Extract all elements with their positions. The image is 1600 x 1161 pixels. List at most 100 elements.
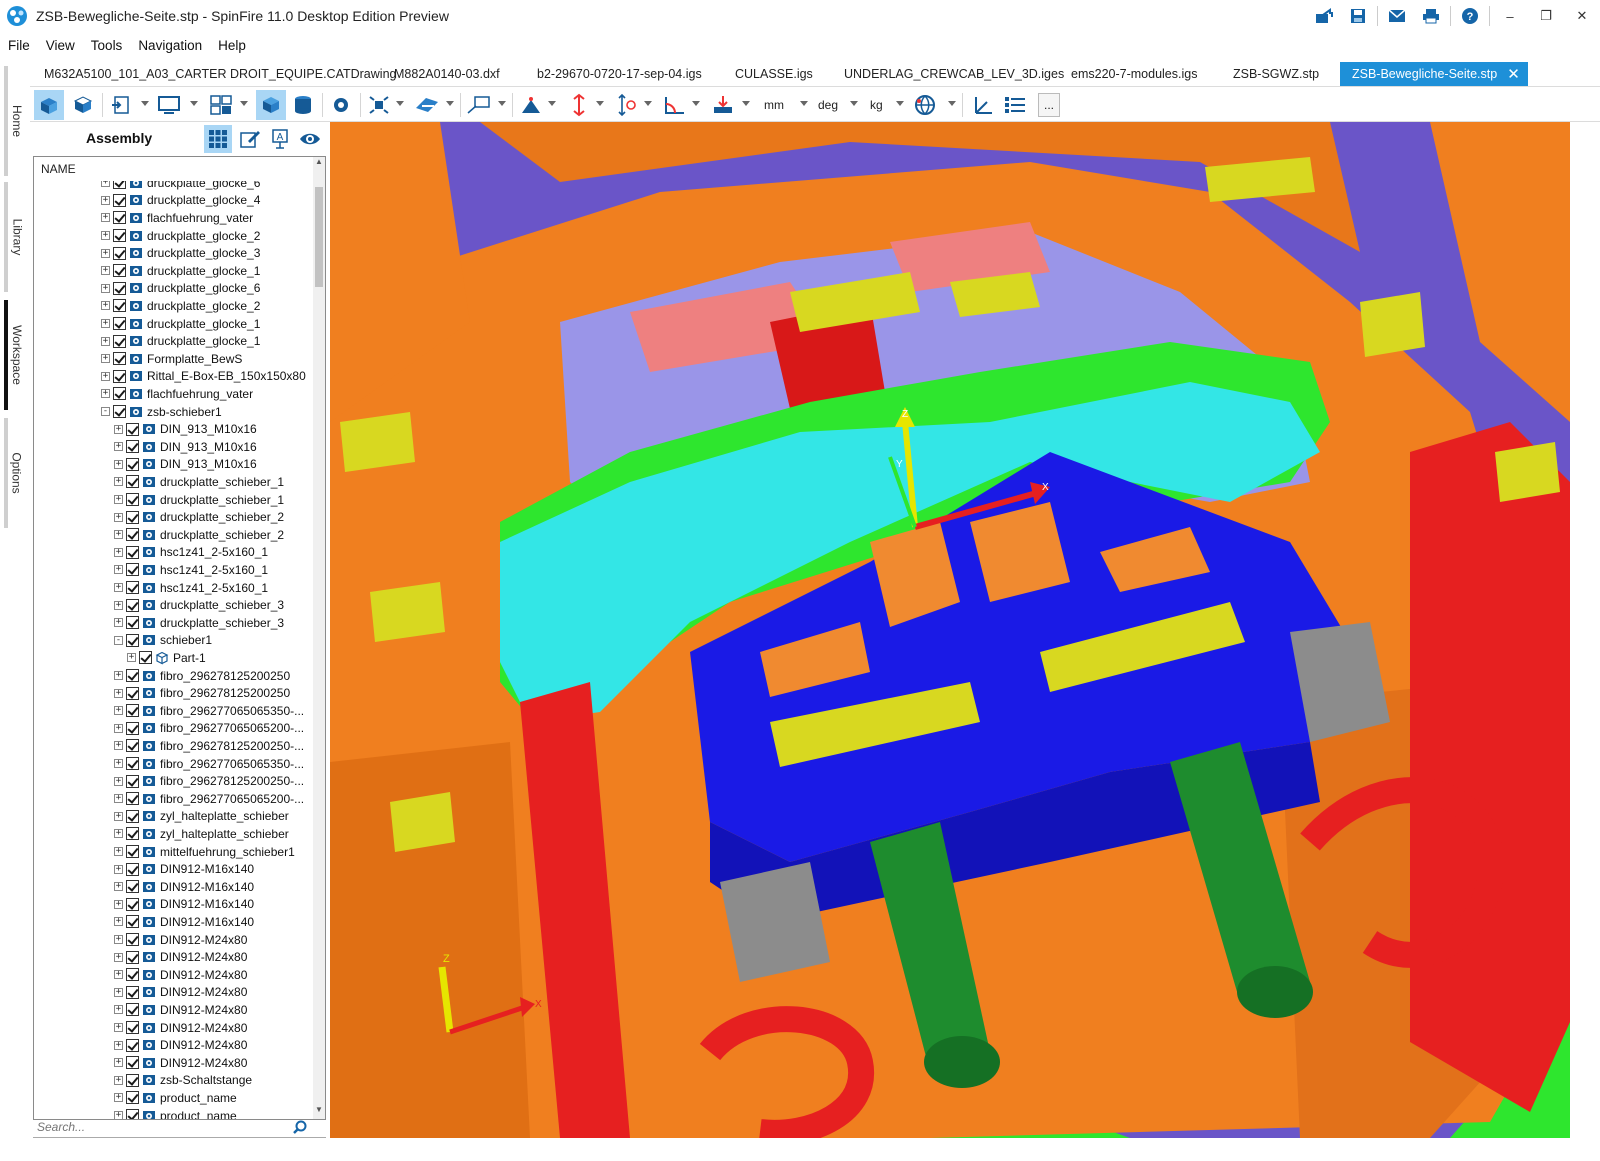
visibility-checkbox[interactable] — [126, 457, 139, 471]
tree-row[interactable]: + fibro_296277065065200-... — [114, 720, 304, 738]
dropdown-arrow-icon[interactable] — [948, 101, 956, 106]
dropdown-arrow-icon[interactable] — [240, 101, 248, 106]
visibility-checkbox[interactable] — [126, 827, 139, 841]
expand-toggle-icon[interactable]: + — [114, 882, 123, 892]
visibility-checkbox[interactable] — [126, 493, 139, 507]
visibility-checkbox[interactable] — [113, 229, 126, 243]
tree-row[interactable]: + DIN_913_M10x16 — [114, 438, 257, 456]
measure-xyz-tool[interactable] — [516, 90, 546, 120]
tree-row[interactable]: + DIN912-M16x140 — [114, 896, 254, 914]
expand-toggle-icon[interactable]: + — [114, 723, 123, 733]
visibility-button[interactable] — [296, 125, 324, 153]
tree-row[interactable]: + Rittal_E-Box-EB_150x150x80 — [101, 368, 306, 386]
tree-scrollbar[interactable]: ▲ ▼ — [313, 157, 325, 1119]
length-unit-label[interactable]: mm — [764, 98, 784, 112]
search-input[interactable] — [33, 1116, 293, 1137]
tree-row[interactable]: + flachfuehrung_vater — [101, 209, 253, 227]
visibility-checkbox[interactable] — [126, 985, 139, 999]
doc-tab[interactable]: M632A5100_101_A03_CARTER DROIT_EQUIPE.CA… — [44, 62, 396, 86]
menu-view[interactable]: View — [38, 38, 83, 53]
tree-row[interactable]: + zyl_halteplatte_schieber — [114, 808, 289, 826]
menu-help[interactable]: Help — [210, 38, 254, 53]
mass-properties-tool[interactable] — [708, 90, 738, 120]
dropdown-arrow-icon[interactable] — [446, 101, 454, 106]
doc-tab-active[interactable]: ZSB-Bewegliche-Seite.stp ✕ — [1340, 62, 1528, 86]
collapse-toggle-icon[interactable]: - — [114, 635, 123, 645]
expand-toggle-icon[interactable]: + — [114, 618, 123, 628]
tree-row[interactable]: + druckplatte_schieber_1 — [114, 473, 284, 491]
tree-row[interactable]: + DIN912-M24x80 — [114, 1019, 247, 1037]
tree-row[interactable]: + fibro_296278125200250 — [114, 667, 290, 685]
visibility-checkbox[interactable] — [113, 369, 126, 383]
rail-tab-home[interactable]: Home — [4, 66, 30, 176]
visibility-checkbox[interactable] — [126, 897, 139, 911]
expand-toggle-icon[interactable]: + — [114, 794, 123, 804]
rail-tab-library[interactable]: Library — [4, 182, 30, 292]
expand-toggle-icon[interactable]: + — [114, 600, 123, 610]
tree-row[interactable]: + fibro_296277065065350-... — [114, 755, 304, 773]
expand-toggle-icon[interactable]: + — [114, 1005, 123, 1015]
dropdown-arrow-icon[interactable] — [596, 101, 604, 106]
visibility-checkbox[interactable] — [126, 1038, 139, 1052]
tree-row[interactable]: + druckplatte_glocke_3 — [101, 244, 260, 262]
visibility-checkbox[interactable] — [126, 862, 139, 876]
tree-row[interactable]: + DIN912-M24x80 — [114, 1001, 247, 1019]
expand-toggle-icon[interactable]: + — [101, 389, 110, 399]
dropdown-arrow-icon[interactable] — [850, 101, 858, 106]
tree-row[interactable]: + druckplatte_schieber_2 — [114, 526, 284, 544]
annotations-button[interactable]: A — [266, 125, 294, 153]
visibility-checkbox[interactable] — [126, 739, 139, 753]
measure-distance-tool[interactable] — [564, 90, 594, 120]
tree-row[interactable]: + DIN912-M16x140 — [114, 878, 254, 896]
visibility-checkbox[interactable] — [113, 387, 126, 401]
mail-icon[interactable] — [1380, 0, 1414, 32]
expand-toggle-icon[interactable]: + — [114, 776, 123, 786]
expand-toggle-icon[interactable]: + — [114, 495, 123, 505]
menu-file[interactable]: File — [0, 38, 38, 53]
tree-row[interactable]: + DIN912-M24x80 — [114, 1054, 247, 1072]
visibility-checkbox[interactable] — [113, 264, 126, 278]
tree-row[interactable]: + hsc1z41_2-5x160_1 — [114, 544, 268, 562]
scroll-up-icon[interactable]: ▲ — [313, 157, 325, 171]
tree-row[interactable]: + zsb-Schaltstange — [114, 1072, 252, 1090]
visibility-checkbox[interactable] — [126, 1056, 139, 1070]
expand-toggle-icon[interactable]: + — [114, 1093, 123, 1103]
expand-toggle-icon[interactable]: + — [101, 319, 110, 329]
visibility-checkbox[interactable] — [113, 281, 126, 295]
visibility-checkbox[interactable] — [113, 352, 126, 366]
tree-row[interactable]: + druckplatte_glocke_2 — [101, 227, 260, 245]
expand-toggle-icon[interactable]: + — [114, 442, 123, 452]
display-tool[interactable] — [154, 90, 184, 120]
dropdown-arrow-icon[interactable] — [800, 101, 808, 106]
coordinate-system-tool[interactable] — [968, 90, 998, 120]
expand-toggle-icon[interactable]: + — [101, 266, 110, 276]
expand-toggle-icon[interactable]: + — [114, 706, 123, 716]
doc-tab[interactable]: UNDERLAG_CREWCAB_LEV_3D.iges — [844, 62, 1064, 86]
tree-row[interactable]: + DIN912-M16x140 — [114, 860, 254, 878]
measure-angle-tool[interactable] — [660, 90, 690, 120]
tree-row[interactable]: + fibro_296277065065200-... — [114, 790, 304, 808]
share-icon[interactable] — [1307, 0, 1341, 32]
expand-toggle-icon[interactable]: + — [114, 1040, 123, 1050]
expand-toggle-icon[interactable]: + — [101, 213, 110, 223]
visibility-checkbox[interactable] — [126, 563, 139, 577]
dropdown-arrow-icon[interactable] — [742, 101, 750, 106]
select-assembly-tool[interactable] — [34, 90, 64, 120]
minimize-button[interactable]: – — [1492, 0, 1528, 32]
close-button[interactable]: ✕ — [1564, 0, 1600, 32]
tree-row[interactable]: + fibro_296277065065350-... — [114, 702, 304, 720]
tree-row[interactable]: + druckplatte_glocke_1 — [101, 262, 260, 280]
tree-row[interactable]: + DIN_913_M10x16 — [114, 456, 257, 474]
visibility-checkbox[interactable] — [126, 809, 139, 823]
menu-tools[interactable]: Tools — [83, 38, 131, 53]
tree-row[interactable]: + druckplatte_glocke_6 — [101, 280, 260, 298]
expand-toggle-icon[interactable]: + — [114, 583, 123, 593]
visibility-checkbox[interactable] — [126, 1021, 139, 1035]
visibility-checkbox[interactable] — [113, 211, 126, 225]
rail-tab-options[interactable]: Options — [4, 418, 30, 528]
doc-tab[interactable]: ZSB-SGWZ.stp — [1233, 62, 1319, 86]
visibility-checkbox[interactable] — [126, 845, 139, 859]
tree-row[interactable]: + fibro_296278125200250-... — [114, 737, 304, 755]
expand-toggle-icon[interactable]: + — [114, 459, 123, 469]
section-tool[interactable] — [412, 90, 442, 120]
